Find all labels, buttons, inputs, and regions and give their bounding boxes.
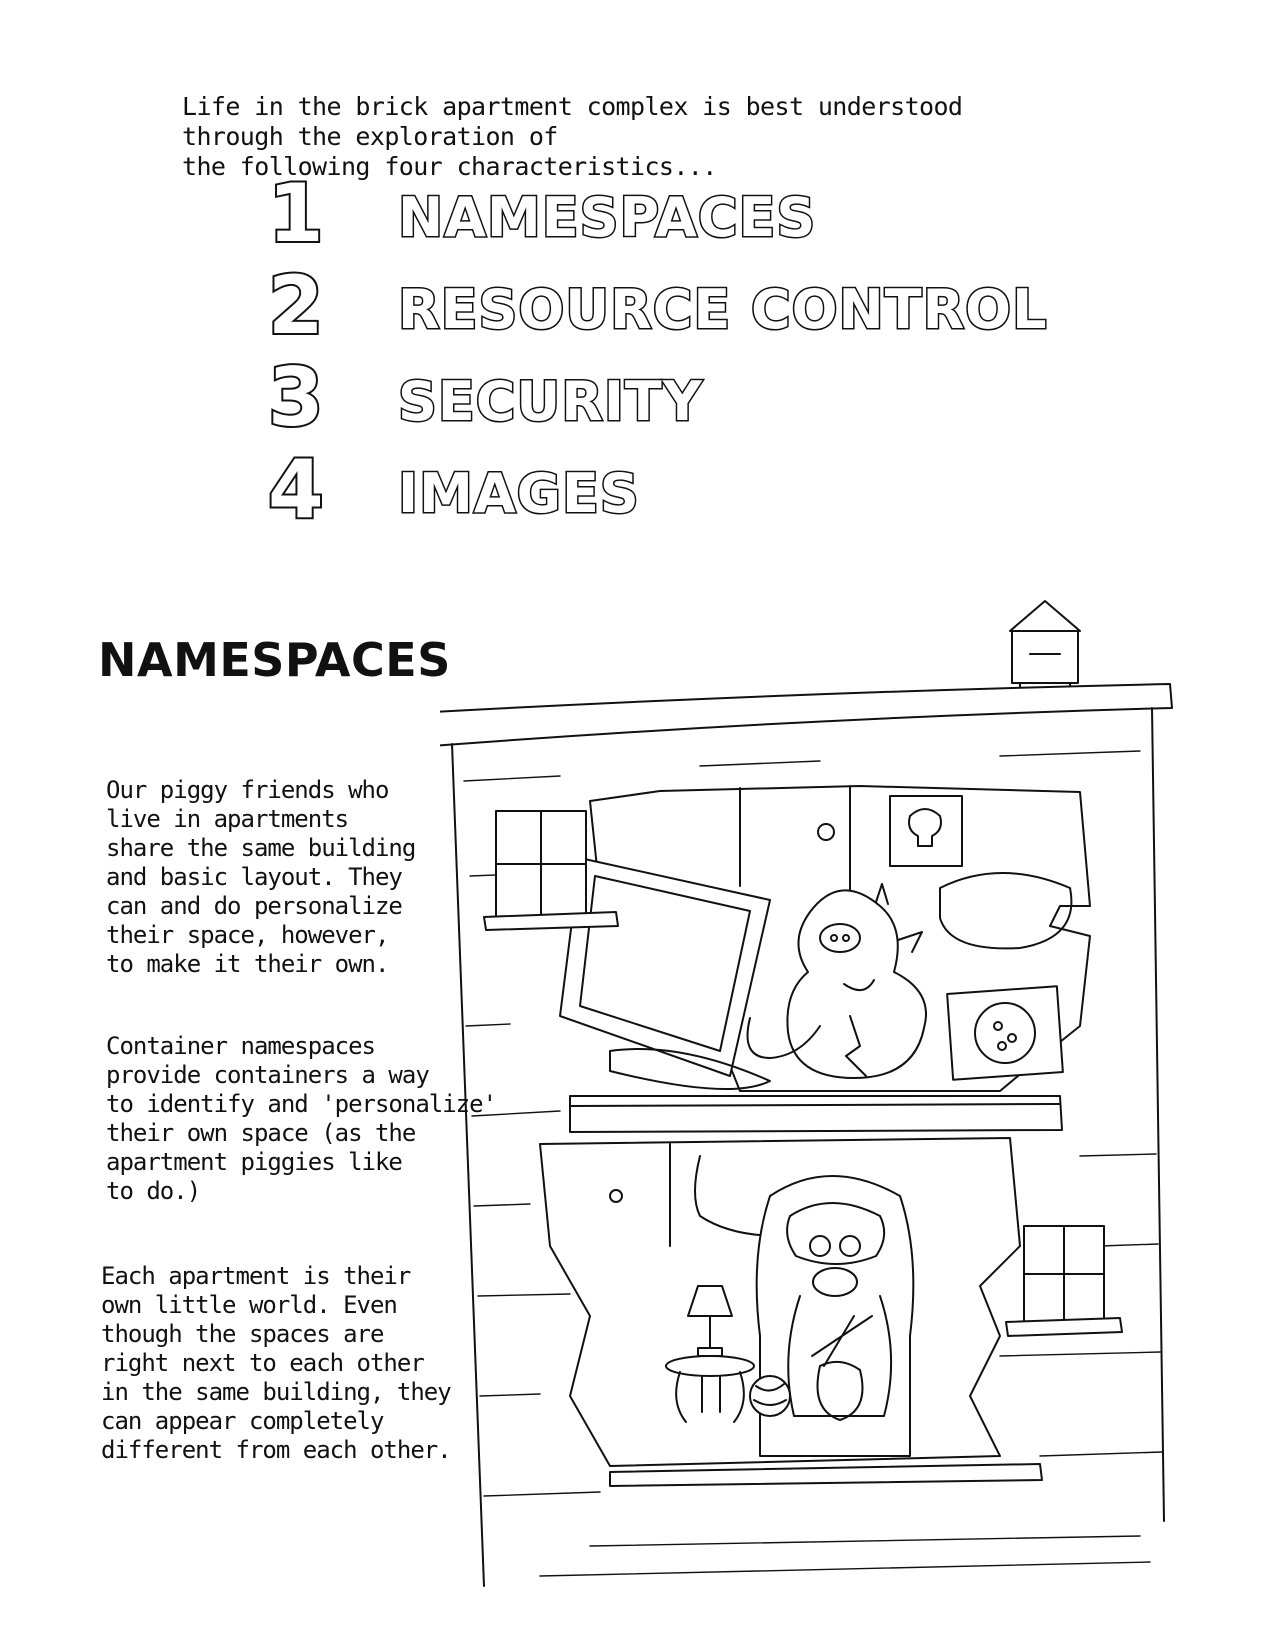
window-icon [1006,1226,1122,1336]
paragraph-piggy-friends: Our piggy friends who live in apartments… [106,776,416,978]
yarn-ball-icon [750,1376,790,1416]
apartment-building-illustration [440,596,1222,1596]
paragraph-own-little-world: Each apartment is their own little world… [101,1262,452,1464]
roof-icon [440,684,1172,746]
upper-apartment [560,786,1090,1091]
lower-apartment [540,1138,1020,1466]
characteristic-label-3: SECURITY [397,370,704,433]
characteristic-label-1: NAMESPACES [396,186,817,249]
characteristic-number-1: 1 [266,167,326,260]
characteristic-label-2: RESOURCE CONTROL [396,278,1048,341]
pizza-box-icon [947,986,1063,1079]
characteristic-label-4: IMAGES [397,462,641,525]
characteristic-number-3: 3 [266,351,326,444]
intro-line-1: Life in the brick apartment complex is b… [182,92,963,151]
characteristic-number-2: 2 [266,259,326,352]
bottom-ledge [610,1464,1042,1486]
characteristic-number-4: 4 [266,443,326,536]
paragraph-container-namespaces: Container namespaces provide containers … [106,1032,497,1205]
floor-divider [570,1096,1062,1132]
section-title: NAMESPACES [98,633,451,687]
